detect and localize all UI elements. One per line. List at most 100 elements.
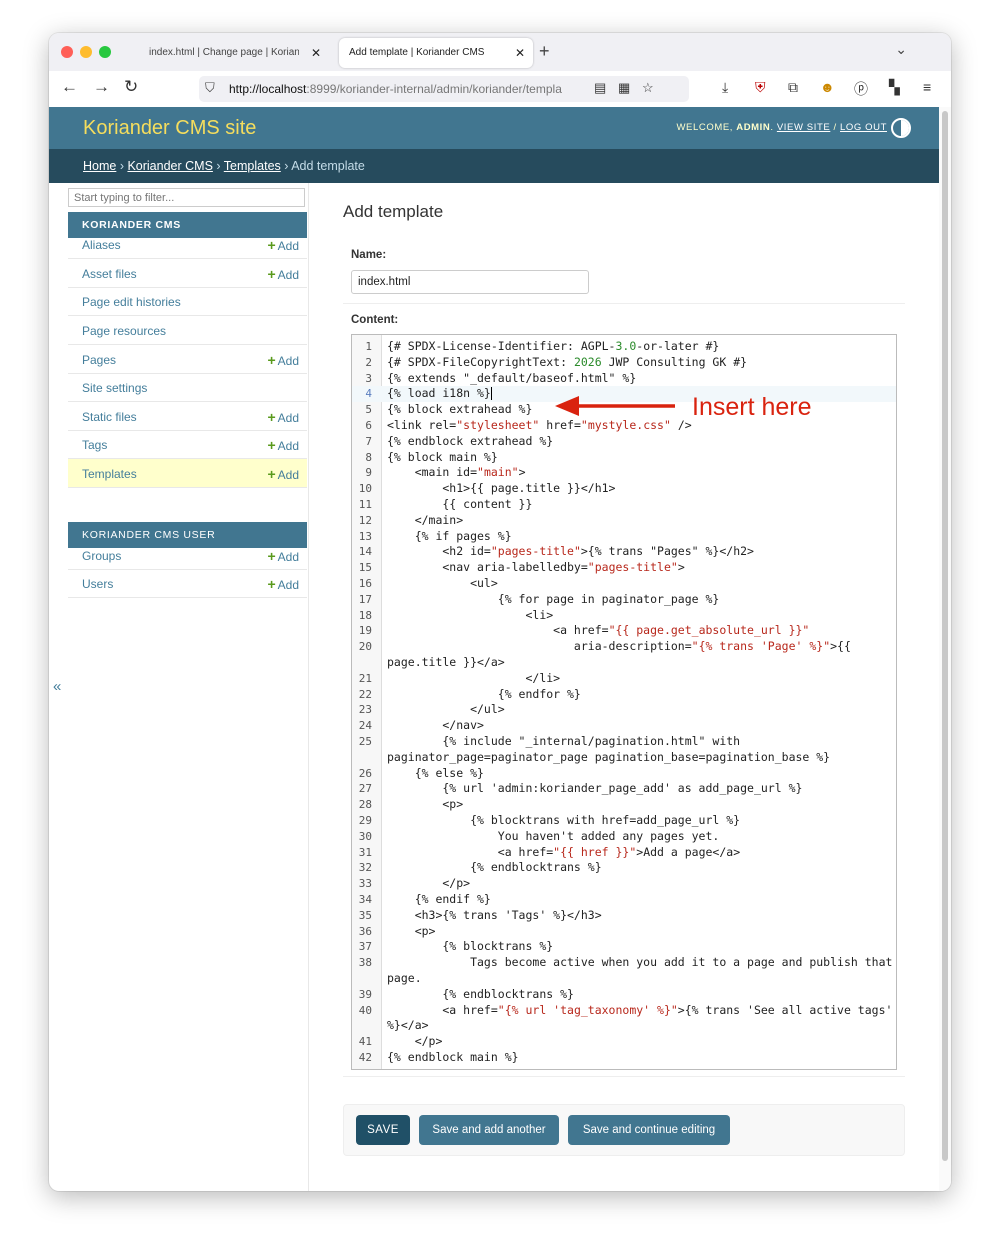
breadcrumb-app-link[interactable]: Koriander CMS (127, 159, 212, 173)
minimize-window-button[interactable] (80, 46, 92, 58)
code-line[interactable]: paginator_page=paginator_page pagination… (352, 750, 896, 766)
page-scrollbar[interactable] (939, 107, 951, 1191)
ublock-icon[interactable]: ⛨ (755, 79, 766, 96)
code-line[interactable]: 14 <h2 id="pages-title">{% trans "Pages"… (352, 544, 896, 560)
sidebar-item-page-resources[interactable]: Page resources (68, 316, 307, 345)
code-line[interactable]: page. (352, 971, 896, 987)
code-line[interactable]: 20 aria-description="{% trans 'Page' %}"… (352, 639, 896, 655)
save-and-continue-button[interactable]: Save and continue editing (568, 1115, 730, 1145)
sidebar-item-users[interactable]: Users + Add (68, 569, 307, 598)
add-asset-files-link[interactable]: + Add (267, 266, 299, 282)
code-line[interactable]: 39 {% endblocktrans %} (352, 987, 896, 1003)
code-line[interactable]: 40 <a href="{% url 'tag_taxonomy' %}">{%… (352, 1003, 896, 1019)
code-line[interactable]: 36 <p> (352, 924, 896, 940)
log-out-link[interactable]: LOG OUT (840, 122, 887, 133)
address-bar[interactable]: ⛉ http://localhost:8999/koriander-intern… (199, 76, 689, 102)
theme-toggle-icon[interactable] (891, 118, 911, 138)
code-line[interactable]: 25 {% include "_internal/pagination.html… (352, 734, 896, 750)
code-line[interactable]: 32 {% endblocktrans %} (352, 860, 896, 876)
chevron-down-icon[interactable]: ⌄ (895, 41, 907, 58)
extension-face-icon[interactable]: ☻ (820, 79, 835, 95)
close-window-button[interactable] (61, 46, 73, 58)
extensions-icon[interactable]: ⧉ (788, 79, 798, 96)
browser-tab-add-template[interactable]: Add template | Koriander CMS ✕ (339, 38, 533, 68)
sidebar-item-pages[interactable]: Pages + Add (68, 345, 307, 374)
breadcrumb-model-link[interactable]: Templates (224, 159, 281, 173)
sidebar-item-tags[interactable]: Tags + Add (68, 430, 307, 459)
add-static-files-link[interactable]: + Add (267, 409, 299, 425)
sidebar-item-label[interactable]: Templates (82, 467, 137, 481)
sidebar-item-label[interactable]: Static files (82, 410, 137, 424)
code-line[interactable]: 42 {% endblock main %} (352, 1050, 896, 1066)
code-line[interactable]: 30 You haven't added any pages yet. (352, 829, 896, 845)
add-aliases-link[interactable]: + Add (267, 237, 299, 253)
sidebar-item-label[interactable]: Asset files (82, 267, 137, 281)
sidebar-item-static-files[interactable]: Static files + Add (68, 402, 307, 431)
close-tab-icon[interactable]: ✕ (311, 38, 321, 68)
add-groups-link[interactable]: + Add (267, 548, 299, 564)
browser-tab-change-page[interactable]: index.html | Change page | Koriander CMS… (139, 38, 329, 68)
reload-icon[interactable]: ↻ (124, 77, 138, 97)
back-arrow-icon[interactable]: ← (61, 77, 78, 97)
qr-code-icon[interactable]: ▦ (618, 80, 630, 96)
zoom-window-button[interactable] (99, 46, 111, 58)
sidebar-item-label[interactable]: Users (82, 577, 113, 591)
collapse-sidebar-icon[interactable]: « (53, 678, 61, 695)
view-site-link[interactable]: VIEW SITE (777, 122, 830, 133)
save-and-add-another-button[interactable]: Save and add another (419, 1115, 559, 1145)
sidebar-item-site-settings[interactable]: Site settings (68, 373, 307, 402)
code-line[interactable]: 6 <link rel="stylesheet" href="mystyle.cs… (352, 418, 896, 434)
code-line[interactable]: 9 <main id="main"> (352, 465, 896, 481)
code-line[interactable]: 24 </nav> (352, 718, 896, 734)
code-line[interactable]: 15 <nav aria-labelledby="pages-title"> (352, 560, 896, 576)
reader-view-icon[interactable]: ▤ (594, 80, 606, 96)
code-line[interactable]: 1 {# SPDX-License-Identifier: AGPL-3.0-or… (352, 339, 896, 355)
sidebar-item-label[interactable]: Tags (82, 438, 107, 452)
bookmark-star-icon[interactable]: ☆ (642, 80, 654, 96)
code-line[interactable]: 26 {% else %} (352, 766, 896, 782)
scrollbar-thumb[interactable] (942, 111, 948, 1161)
sidebar-item-label[interactable]: Groups (82, 549, 121, 563)
content-code-editor[interactable]: 1 {# SPDX-License-Identifier: AGPL-3.0-or… (351, 334, 897, 1070)
code-line[interactable]: 3 {% extends "_default/baseof.html" %} (352, 371, 896, 387)
sidebar-item-asset-files[interactable]: Asset files + Add (68, 259, 307, 288)
save-button[interactable]: SAVE (356, 1115, 410, 1145)
code-line[interactable]: 13 {% if pages %} (352, 529, 896, 545)
code-line[interactable]: 37 {% blocktrans %} (352, 939, 896, 955)
sidebar-item-aliases[interactable]: Aliases + Add (68, 230, 307, 259)
forward-arrow-icon[interactable]: → (93, 77, 110, 97)
code-line[interactable]: 22 {% endfor %} (352, 687, 896, 703)
sidebar-item-label[interactable]: Page resources (82, 324, 166, 338)
code-line[interactable]: 10 <h1>{{ page.title }}</h1> (352, 481, 896, 497)
menu-icon[interactable]: ≡ (923, 79, 931, 95)
extension-p-icon[interactable]: ⓟ (854, 79, 868, 99)
downloads-icon[interactable]: ⤓ (722, 79, 728, 96)
code-line[interactable]: 12 </main> (352, 513, 896, 529)
sidebar-item-label[interactable]: Page edit histories (82, 295, 181, 309)
code-line[interactable]: page.title }}</a> (352, 655, 896, 671)
url-text[interactable]: http://localhost:8999/koriander-internal… (229, 82, 579, 96)
add-tags-link[interactable]: + Add (267, 437, 299, 453)
breadcrumb-home-link[interactable]: Home (83, 159, 116, 173)
name-input[interactable] (351, 270, 589, 294)
sidebar-item-templates[interactable]: Templates + Add (68, 459, 307, 488)
code-line[interactable]: 7 {% endblock extrahead %} (352, 434, 896, 450)
sidebar-item-page-edit-histories[interactable]: Page edit histories (68, 287, 307, 316)
extension-grid-icon[interactable]: ▚ (889, 79, 900, 96)
code-line[interactable]: 38 Tags become active when you add it to… (352, 955, 896, 971)
code-line[interactable]: 17 {% for page in paginator_page %} (352, 592, 896, 608)
add-pages-link[interactable]: + Add (267, 352, 299, 368)
new-tab-icon[interactable]: + (539, 41, 550, 62)
code-line[interactable]: 35 <h3>{% trans 'Tags' %}</h3> (352, 908, 896, 924)
tracking-shield-icon[interactable]: ⛉ (205, 80, 215, 96)
sidebar-item-groups[interactable]: Groups + Add (68, 541, 307, 570)
code-line[interactable]: 11 {{ content }} (352, 497, 896, 513)
code-line[interactable]: 31 <a href="{{ href }}">Add a page</a> (352, 845, 896, 861)
code-line[interactable]: 29 {% blocktrans with href=add_page_url … (352, 813, 896, 829)
code-line[interactable]: 18 <li> (352, 608, 896, 624)
code-line[interactable]: 2 {# SPDX-FileCopyrightText: 2026 JWP Con… (352, 355, 896, 371)
sidebar-item-label[interactable]: Aliases (82, 238, 121, 252)
code-line[interactable]: 27 {% url 'admin:koriander_page_add' as … (352, 781, 896, 797)
code-line[interactable]: 16 <ul> (352, 576, 896, 592)
sidebar-item-label[interactable]: Pages (82, 353, 116, 367)
